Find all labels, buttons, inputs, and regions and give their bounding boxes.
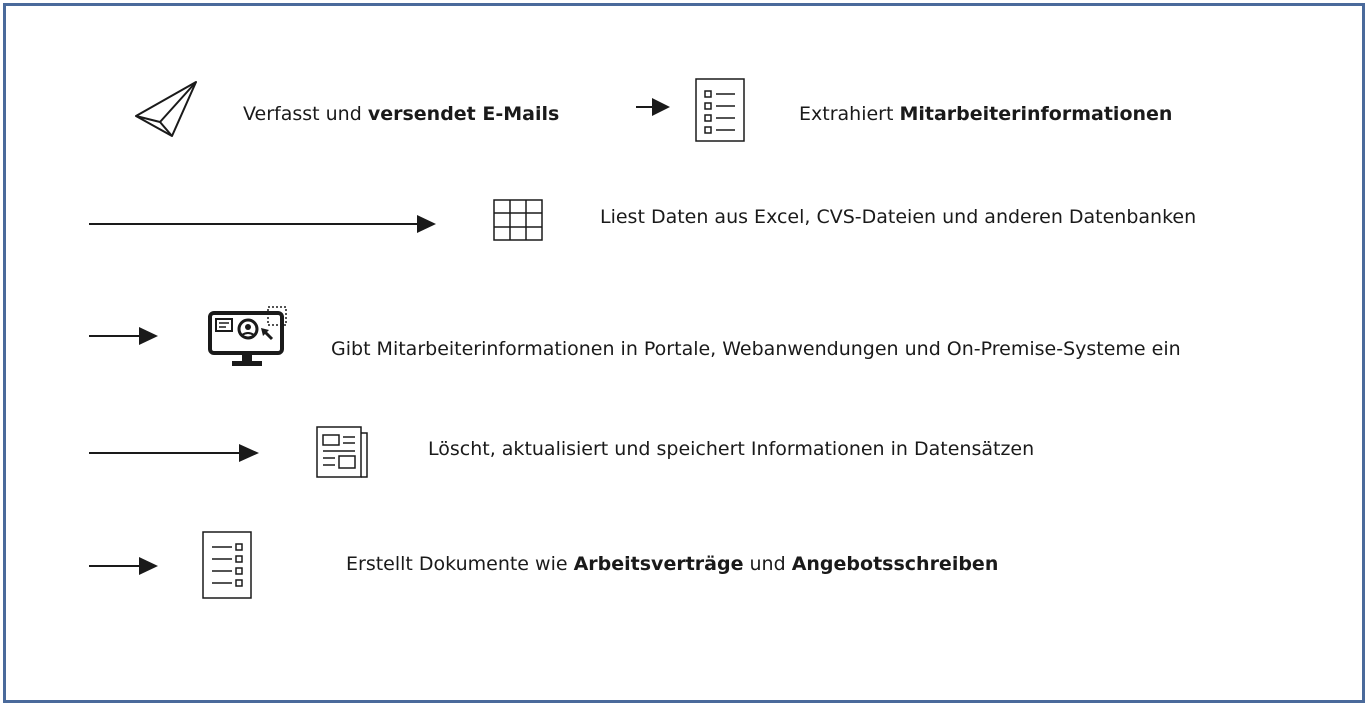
step-text-bold: Arbeitsverträge bbox=[573, 553, 744, 575]
step-text: Verfasst und bbox=[243, 103, 368, 125]
step-enter-info: Gibt Mitarbeiterinformationen in Portale… bbox=[331, 338, 1181, 360]
arrow-short bbox=[636, 98, 670, 116]
arrow-short bbox=[89, 557, 158, 575]
step-text: Erstellt Dokumente wie bbox=[346, 553, 574, 575]
newspaper-icon bbox=[316, 426, 368, 478]
step-extract-info: Extrahiert Mitarbeiterinformationen bbox=[799, 102, 1172, 126]
step-text: Extrahiert bbox=[799, 103, 900, 125]
step-manage-records: Löscht, aktualisiert und speichert Infor… bbox=[428, 438, 1035, 460]
step-read-data: Liest Daten aus Excel, CVS-Dateien und a… bbox=[600, 206, 1197, 228]
checklist-icon bbox=[695, 78, 745, 142]
arrow-short bbox=[89, 327, 158, 345]
step-text-bold: Angebotsschreiben bbox=[791, 553, 999, 575]
arrow-long bbox=[89, 215, 436, 233]
table-grid-icon bbox=[493, 199, 543, 241]
step-create-docs: Erstellt Dokumente wie Arbeitsverträge u… bbox=[346, 552, 998, 576]
arrow-medium bbox=[89, 444, 259, 462]
monitor-user-icon bbox=[208, 306, 287, 366]
step-text: und bbox=[743, 553, 792, 575]
document-list-icon bbox=[202, 531, 252, 599]
step-text-bold: Mitarbeiterinformationen bbox=[899, 103, 1173, 125]
step-compose-email: Verfasst und versendet E-Mails bbox=[243, 102, 559, 126]
step-text-bold: versendet E-Mails bbox=[367, 103, 560, 125]
paper-plane-icon bbox=[135, 81, 197, 137]
